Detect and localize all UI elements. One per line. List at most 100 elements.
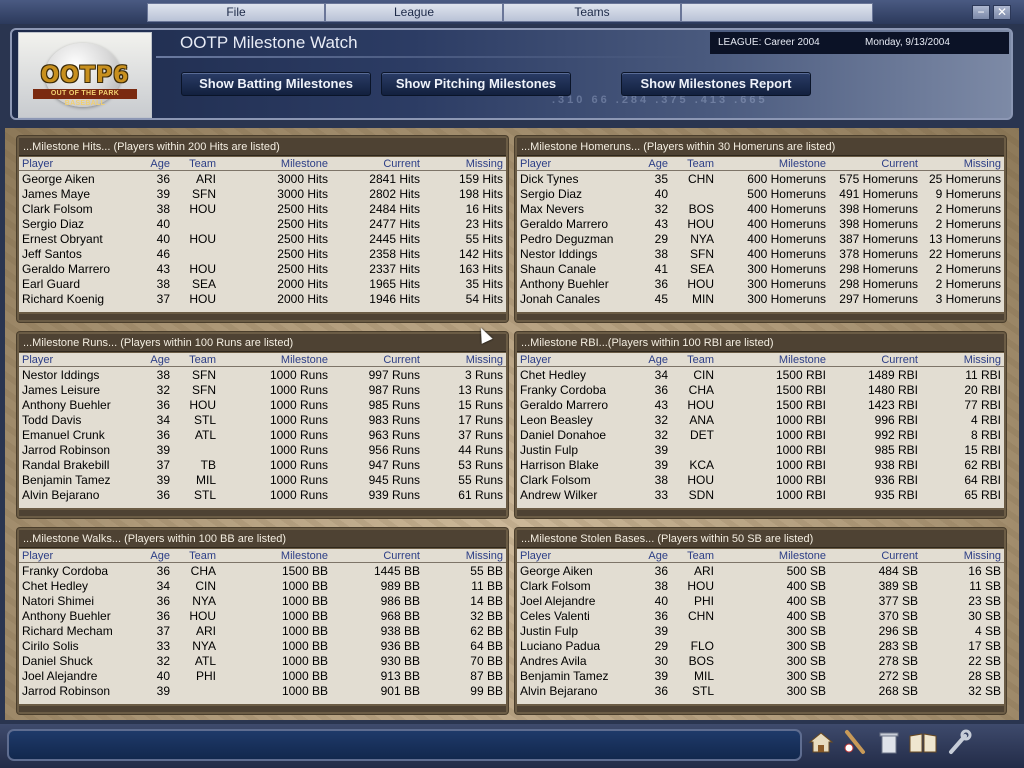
close-button[interactable]: ✕ [993, 5, 1011, 20]
table-row[interactable]: Jonah Canales 45 MIN 300 Homeruns 297 Homeru… [517, 291, 1004, 306]
table-row[interactable]: Clark Folsom 38 HOU 400 SB 389 SB 11 SB [517, 578, 1004, 593]
column-header-age[interactable]: Age [635, 549, 671, 563]
table-row[interactable]: James Leisure 32 SFN 1000 Runs 987 Runs 13 Ru… [19, 382, 506, 397]
table-row[interactable]: Sergio Diaz 40 2500 Hits 2477 Hits 23 Hits [19, 216, 506, 231]
table-row[interactable]: Jarrod Robinson 39 1000 BB 901 BB 99 BB [19, 683, 506, 698]
table-row[interactable]: Justin Fulp 39 300 SB 296 SB 4 SB [517, 623, 1004, 638]
column-header-player[interactable]: Player [517, 549, 635, 563]
column-header-current[interactable]: Current [331, 549, 423, 563]
table-row[interactable]: Benjamin Tamez 39 MIL 1000 Runs 945 Runs 55 R… [19, 472, 506, 487]
table-row[interactable]: Anthony Buehler 36 HOU 1000 Runs 985 Runs 15 … [19, 397, 506, 412]
table-row[interactable]: Chet Hedley 34 CIN 1500 RBI 1489 RBI 11 RBI [517, 367, 1004, 383]
table-row[interactable]: Nestor Iddings 38 SFN 400 Homeruns 378 Homer… [517, 246, 1004, 261]
table-row[interactable]: Celes Valenti 36 CHN 400 SB 370 SB 30 SB [517, 608, 1004, 623]
table-row[interactable]: Franky Cordoba 36 CHA 1500 RBI 1480 RBI 20 RB… [517, 382, 1004, 397]
menu-league[interactable]: League [325, 3, 503, 22]
column-header-milestone[interactable]: Milestone [717, 549, 829, 563]
trash-can-icon[interactable] [874, 728, 904, 762]
column-header-milestone[interactable]: Milestone [219, 157, 331, 171]
column-header-milestone[interactable]: Milestone [717, 157, 829, 171]
menu-teams[interactable]: Teams [503, 3, 681, 22]
table-row[interactable]: Harrison Blake 39 KCA 1000 RBI 938 RBI 62 RBI [517, 457, 1004, 472]
column-header-player[interactable]: Player [517, 157, 635, 171]
table-row[interactable]: Joel Alejandre 40 PHI 1000 BB 913 BB 87 BB [19, 668, 506, 683]
column-header-age[interactable]: Age [137, 157, 173, 171]
column-header-missing[interactable]: Missing [423, 353, 506, 367]
column-header-milestone[interactable]: Milestone [717, 353, 829, 367]
table-row[interactable]: Andres Avila 30 BOS 300 SB 278 SB 22 SB [517, 653, 1004, 668]
table-row[interactable]: Richard Mecham 37 ARI 1000 BB 938 BB 62 BB [19, 623, 506, 638]
table-row[interactable]: Cirilo Solis 33 NYA 1000 BB 936 BB 64 BB [19, 638, 506, 653]
column-header-player[interactable]: Player [19, 549, 137, 563]
table-row[interactable]: Natori Shimei 36 NYA 1000 BB 986 BB 14 BB [19, 593, 506, 608]
table-row[interactable]: Franky Cordoba 36 CHA 1500 BB 1445 BB 55 BB [19, 563, 506, 579]
table-row[interactable]: George Aiken 36 ARI 3000 Hits 2841 Hits 159 H… [19, 171, 506, 187]
table-row[interactable]: Earl Guard 38 SEA 2000 Hits 1965 Hits 35 Hits [19, 276, 506, 291]
column-header-current[interactable]: Current [331, 157, 423, 171]
table-row[interactable]: Clark Folsom 38 HOU 1000 RBI 936 RBI 64 RBI [517, 472, 1004, 487]
book-icon[interactable] [908, 728, 938, 762]
baseball-bat-icon[interactable] [840, 728, 870, 762]
table-row[interactable]: James Maye 39 SFN 3000 Hits 2802 Hits 198 Hit… [19, 186, 506, 201]
table-row[interactable]: Randal Brakebill 37 TB 1000 Runs 947 Runs 53 … [19, 457, 506, 472]
table-row[interactable]: Clark Folsom 38 HOU 2500 Hits 2484 Hits 16 Hi… [19, 201, 506, 216]
column-header-missing[interactable]: Missing [423, 549, 506, 563]
column-header-team[interactable]: Team [173, 549, 219, 563]
table-row[interactable]: Geraldo Marrero 43 HOU 2500 Hits 2337 Hits 16… [19, 261, 506, 276]
column-header-current[interactable]: Current [331, 353, 423, 367]
table-row[interactable]: Anthony Buehler 36 HOU 300 Homeruns 298 Home… [517, 276, 1004, 291]
show-milestones-report-button[interactable]: Show Milestones Report [621, 72, 811, 96]
table-row[interactable]: Max Nevers 32 BOS 400 Homeruns 398 Homeruns 2… [517, 201, 1004, 216]
table-row[interactable]: Chet Hedley 34 CIN 1000 BB 989 BB 11 BB [19, 578, 506, 593]
table-row[interactable]: Todd Davis 34 STL 1000 Runs 983 Runs 17 Runs [19, 412, 506, 427]
column-header-missing[interactable]: Missing [921, 157, 1004, 171]
column-header-current[interactable]: Current [829, 157, 921, 171]
column-header-team[interactable]: Team [671, 549, 717, 563]
column-header-milestone[interactable]: Milestone [219, 549, 331, 563]
table-row[interactable]: Sergio Diaz 40 500 Homeruns 491 Homeruns 9 H… [517, 186, 1004, 201]
table-row[interactable]: Anthony Buehler 36 HOU 1000 BB 968 BB 32 BB [19, 608, 506, 623]
column-header-age[interactable]: Age [635, 157, 671, 171]
table-row[interactable]: Nestor Iddings 38 SFN 1000 Runs 997 Runs 3 Ru… [19, 367, 506, 383]
table-row[interactable]: Joel Alejandre 40 PHI 400 SB 377 SB 23 SB [517, 593, 1004, 608]
table-row[interactable]: Andrew Wilker 33 SDN 1000 RBI 935 RBI 65 RBI [517, 487, 1004, 502]
column-header-current[interactable]: Current [829, 353, 921, 367]
table-row[interactable]: Alvin Bejarano 36 STL 1000 Runs 939 Runs 61 R… [19, 487, 506, 502]
column-header-age[interactable]: Age [137, 353, 173, 367]
table-row[interactable]: Pedro Deguzman 29 NYA 400 Homeruns 387 Homer… [517, 231, 1004, 246]
table-row[interactable]: Shaun Canale 41 SEA 300 Homeruns 298 Homerun… [517, 261, 1004, 276]
column-header-missing[interactable]: Missing [921, 549, 1004, 563]
show-pitching-milestones-button[interactable]: Show Pitching Milestones [381, 72, 571, 96]
table-row[interactable]: Jeff Santos 46 2500 Hits 2358 Hits 142 Hits [19, 246, 506, 261]
minimize-button[interactable]: − [972, 5, 990, 20]
show-batting-milestones-button[interactable]: Show Batting Milestones [181, 72, 371, 96]
table-row[interactable]: Benjamin Tamez 39 MIL 300 SB 272 SB 28 SB [517, 668, 1004, 683]
column-header-age[interactable]: Age [635, 353, 671, 367]
table-row[interactable]: Richard Koenig 37 HOU 2000 Hits 1946 Hits 54 … [19, 291, 506, 306]
table-row[interactable]: Geraldo Marrero 43 HOU 400 Homeruns 398 Home… [517, 216, 1004, 231]
table-row[interactable]: Geraldo Marrero 43 HOU 1500 RBI 1423 RBI 77 R… [517, 397, 1004, 412]
column-header-milestone[interactable]: Milestone [219, 353, 331, 367]
menu-file[interactable]: File [147, 3, 325, 22]
table-row[interactable]: Justin Fulp 39 1000 RBI 985 RBI 15 RBI [517, 442, 1004, 457]
table-row[interactable]: Ernest Obryant 40 HOU 2500 Hits 2445 Hits 55 … [19, 231, 506, 246]
column-header-team[interactable]: Team [671, 157, 717, 171]
table-row[interactable]: Emanuel Crunk 36 ATL 1000 Runs 963 Runs 37 Ru… [19, 427, 506, 442]
column-header-team[interactable]: Team [173, 353, 219, 367]
column-header-player[interactable]: Player [19, 157, 137, 171]
column-header-team[interactable]: Team [173, 157, 219, 171]
column-header-missing[interactable]: Missing [423, 157, 506, 171]
column-header-missing[interactable]: Missing [921, 353, 1004, 367]
table-row[interactable]: Dick Tynes 35 CHN 600 Homeruns 575 Homeruns 2… [517, 171, 1004, 187]
table-row[interactable]: Alvin Bejarano 36 STL 300 SB 268 SB 32 SB [517, 683, 1004, 698]
column-header-current[interactable]: Current [829, 549, 921, 563]
table-row[interactable]: Daniel Shuck 32 ATL 1000 BB 930 BB 70 BB [19, 653, 506, 668]
table-row[interactable]: Daniel Donahoe 32 DET 1000 RBI 992 RBI 8 RBI [517, 427, 1004, 442]
table-row[interactable]: Jarrod Robinson 39 1000 Runs 956 Runs 44 Run… [19, 442, 506, 457]
column-header-team[interactable]: Team [671, 353, 717, 367]
column-header-age[interactable]: Age [137, 549, 173, 563]
table-row[interactable]: George Aiken 36 ARI 500 SB 484 SB 16 SB [517, 563, 1004, 579]
home-icon[interactable] [806, 728, 836, 762]
table-row[interactable]: Leon Beasley 32 ANA 1000 RBI 996 RBI 4 RBI [517, 412, 1004, 427]
wrench-icon[interactable] [944, 728, 974, 762]
